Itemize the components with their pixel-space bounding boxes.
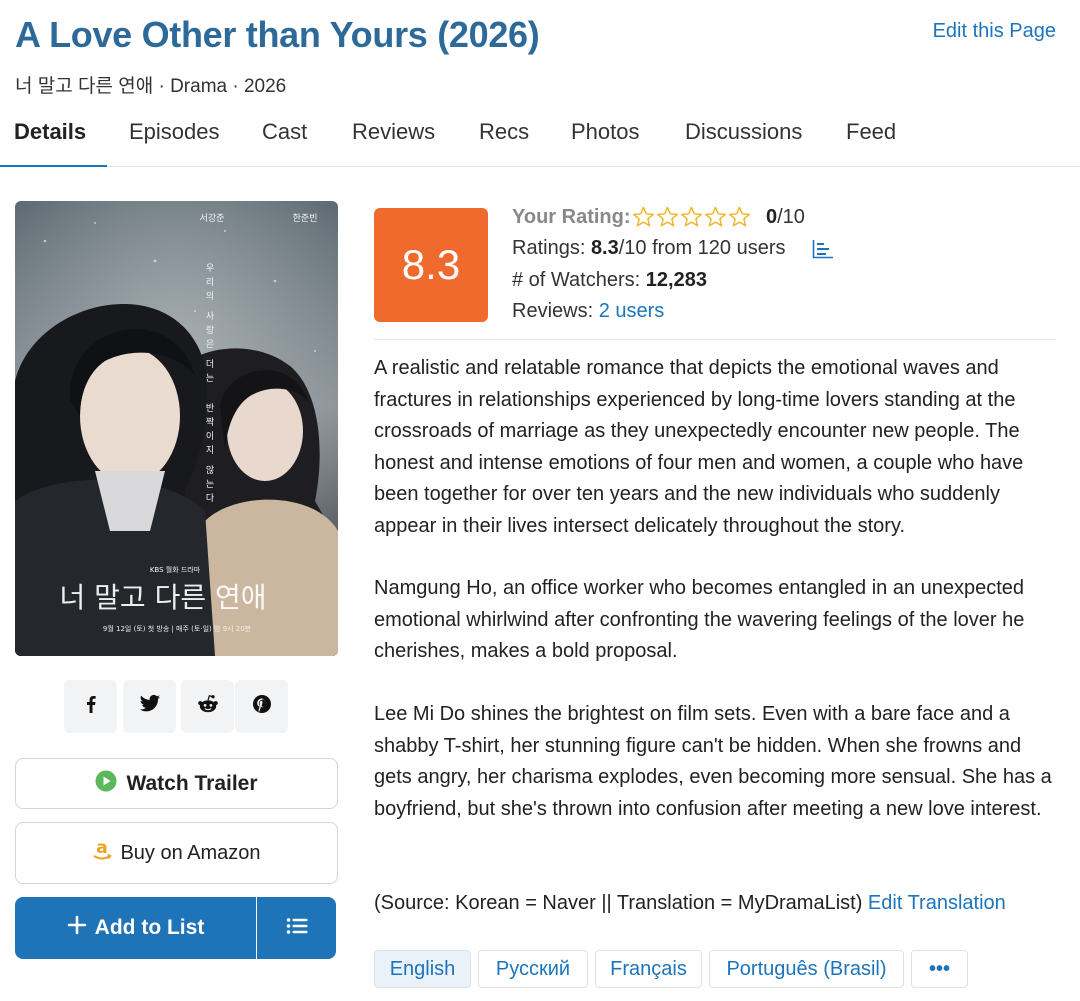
svg-text:리: 리 [206, 277, 214, 288]
star-icon[interactable] [656, 206, 679, 233]
pinterest-icon [252, 694, 272, 719]
share-reddit-button[interactable] [181, 680, 234, 733]
facebook-icon [81, 694, 101, 719]
tab-reviews[interactable]: Reviews [352, 108, 435, 167]
more-languages-button[interactable]: ••• [911, 950, 968, 988]
svg-text:서강준: 서강준 [200, 213, 225, 224]
svg-text:짝: 짝 [206, 417, 214, 428]
share-pinterest-button[interactable] [235, 680, 288, 733]
synopsis-paragraph: Lee Mi Do shines the brightest on film s… [374, 703, 1052, 820]
svg-text:다: 다 [206, 493, 215, 504]
share-facebook-button[interactable] [64, 680, 117, 733]
your-rating-label: Your Rating: [512, 206, 631, 228]
reddit-icon [197, 694, 219, 719]
reviews-link[interactable]: 2 users [599, 300, 665, 322]
synopsis-paragraph: A realistic and relatable romance that d… [374, 357, 1024, 537]
lang-tab-russian[interactable]: Русский [478, 950, 588, 988]
svg-text:사: 사 [206, 311, 215, 322]
svg-text:이: 이 [206, 431, 214, 442]
lang-tab-english[interactable]: English [374, 950, 471, 988]
add-to-list-label: Add to List [94, 916, 205, 939]
divider [374, 339, 1056, 340]
plus-icon [67, 915, 87, 941]
edit-translation-link[interactable]: Edit Translation [868, 892, 1006, 914]
svg-text:반: 반 [206, 403, 214, 414]
edit-page-link[interactable]: Edit this Page [933, 20, 1056, 43]
reviews-count: Reviews: 2 users [512, 300, 665, 322]
svg-text:우: 우 [206, 263, 214, 274]
star-rating-input[interactable] [632, 206, 751, 233]
star-icon[interactable] [680, 206, 703, 233]
tab-cast[interactable]: Cast [262, 108, 307, 167]
star-icon[interactable] [632, 206, 655, 233]
svg-text:지: 지 [206, 445, 214, 456]
svg-text:은: 은 [206, 339, 214, 350]
your-rating-value: 0/10 [766, 206, 805, 228]
svg-text:않: 않 [206, 465, 214, 476]
svg-text:의: 의 [206, 291, 214, 302]
svg-text:한준빈: 한준빈 [293, 213, 318, 224]
svg-text:9월 12일 (토) 첫 방송 | 매주 (토·일) 밤 9: 9월 12일 (토) 첫 방송 | 매주 (토·일) 밤 9시 20분 [103, 624, 252, 633]
buy-on-amazon-button[interactable]: a Buy on Amazon [15, 822, 338, 884]
active-tab-indicator [0, 165, 107, 167]
svg-text:랑: 랑 [206, 324, 214, 336]
poster-image[interactable]: 서강준 한준빈 우리의 사랑은 더는 반짝이지 않는다 KBS 월화 드라마 너… [15, 201, 338, 656]
buy-on-amazon-label: Buy on Amazon [120, 841, 261, 864]
ratings-chart-icon[interactable] [812, 239, 834, 264]
tab-bar: Details Episodes Cast Reviews Recs Photo… [0, 108, 1080, 167]
list-icon [286, 917, 308, 940]
synopsis-source: (Source: Korean = Naver || Translation =… [374, 892, 1006, 914]
watch-trailer-label: Watch Trailer [126, 771, 258, 795]
svg-text:너 말고 다른 연애: 너 말고 다른 연애 [59, 581, 266, 614]
tab-feed[interactable]: Feed [846, 108, 896, 167]
tab-discussions[interactable]: Discussions [685, 108, 802, 167]
list-options-button[interactable] [257, 897, 336, 959]
svg-text:더: 더 [206, 359, 214, 370]
synopsis-paragraph: Namgung Ho, an office worker who becomes… [374, 577, 1025, 662]
svg-text:KBS 월화 드라마: KBS 월화 드라마 [150, 565, 201, 574]
svg-text:는: 는 [206, 373, 214, 384]
play-icon [95, 770, 117, 798]
tab-photos[interactable]: Photos [571, 108, 640, 167]
page-title: A Love Other than Yours (2026) [15, 14, 540, 55]
score-badge: 8.3 [374, 208, 488, 322]
svg-text:는: 는 [206, 479, 214, 490]
lang-tab-portuguese[interactable]: Português (Brasil) [709, 950, 904, 988]
watch-trailer-button[interactable]: Watch Trailer [15, 758, 338, 809]
twitter-icon [139, 694, 161, 719]
tab-recs[interactable]: Recs [479, 108, 529, 167]
star-icon[interactable] [704, 206, 727, 233]
amazon-icon: a [92, 838, 113, 868]
tab-episodes[interactable]: Episodes [129, 108, 220, 167]
tab-details[interactable]: Details [14, 108, 86, 167]
svg-text:a: a [97, 838, 108, 858]
star-icon[interactable] [728, 206, 751, 233]
ratings-summary: Ratings: 8.3/10 from 120 users [512, 237, 786, 259]
lang-tab-french[interactable]: Français [595, 950, 702, 988]
add-to-list-button[interactable]: Add to List [15, 897, 256, 959]
watchers-count: # of Watchers: 12,283 [512, 269, 707, 291]
share-twitter-button[interactable] [123, 680, 176, 733]
page-subtitle: 너 말고 다른 연애 · Drama · 2026 [15, 76, 287, 97]
